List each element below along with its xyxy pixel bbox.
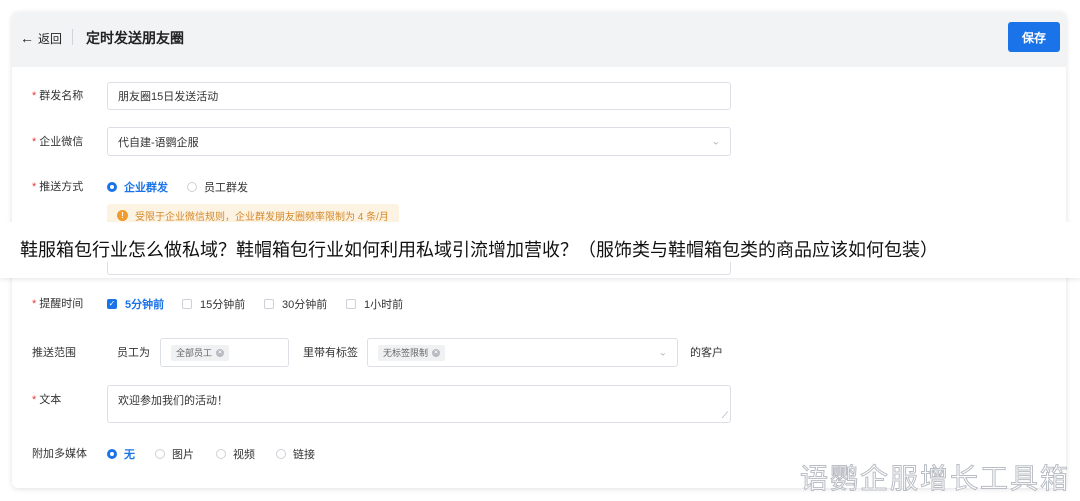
reminder-label-text: 提醒时间 (39, 298, 84, 310)
tag-chip-text: 无标签限制 (383, 348, 429, 358)
radio-dot (107, 449, 117, 459)
required-mark: * (32, 394, 37, 406)
radio-label: 无 (124, 449, 135, 461)
text-label: * 文本 (32, 392, 61, 408)
warning-text: 受限于企业微信规则，企业群发朋友圈频率限制为 4 条/月 (135, 211, 389, 223)
back-label: 返回 (38, 31, 63, 46)
radio-label: 链接 (293, 449, 315, 461)
watermark: 语鹦企服增长工具箱 (799, 463, 1071, 495)
radio-dot (107, 182, 117, 192)
wecom-label-text: 企业微信 (39, 136, 84, 148)
media-label: 附加多媒体 (32, 448, 87, 460)
wecom-value: 代自建-语鹦企服 (118, 136, 199, 149)
radio-dot (155, 449, 165, 459)
radio-label: 员工群发 (204, 182, 248, 194)
customer-suffix: 的客户 (690, 347, 723, 359)
chevron-down-icon: ⌄ (658, 347, 667, 358)
radio-dot (187, 182, 197, 192)
radio-media-image[interactable]: 图片 (155, 446, 194, 462)
checkbox-box (264, 299, 274, 309)
checkbox-box (346, 299, 356, 309)
group-name-label-text: 群发名称 (39, 90, 84, 102)
top-bar: ← 返回 定时发送朋友圈 保存 (12, 12, 1066, 67)
arrow-left-icon: ← (20, 30, 34, 46)
divider (72, 29, 73, 45)
wecom-select[interactable]: 代自建-语鹦企服 ⌄ (107, 127, 731, 156)
radio-dot (216, 449, 226, 459)
group-name-value: 朋友圈15日发送活动 (118, 91, 219, 103)
banner-text: 鞋服箱包行业怎么做私域？鞋帽箱包行业如何利用私域引流增加营收？（服饰类与鞋帽箱包… (20, 240, 938, 260)
radio-label: 视频 (233, 449, 255, 461)
required-mark: * (32, 181, 37, 193)
checkbox-1hour[interactable]: 1小时前 (346, 296, 403, 312)
push-method-label-text: 推送方式 (39, 181, 84, 193)
push-method-label: * 推送方式 (32, 179, 83, 195)
page-title: 定时发送朋友圈 (86, 30, 184, 46)
required-mark: * (32, 298, 37, 310)
resize-handle-icon[interactable]: ⟋ (722, 410, 728, 421)
radio-label: 图片 (172, 449, 194, 461)
checkbox-box (182, 299, 192, 309)
radio-dot (276, 449, 286, 459)
tag-remove-icon[interactable]: ✕ (216, 348, 225, 357)
text-label-text: 文本 (39, 394, 62, 406)
text-area[interactable]: 欢迎参加我们的活动！ ⟋ (107, 385, 731, 423)
required-mark: * (32, 136, 37, 148)
tag-chip: 无标签限制 ✕ (378, 344, 446, 361)
checkbox-label: 1小时前 (364, 299, 404, 311)
checkbox-30min[interactable]: 30分钟前 (264, 296, 327, 312)
checkbox-15min[interactable]: 15分钟前 (182, 296, 245, 312)
scope-label: 推送范围 (32, 347, 76, 359)
tag-condition-label: 里带有标签 (303, 347, 358, 359)
radio-employee-broadcast[interactable]: 员工群发 (187, 179, 248, 195)
radio-media-video[interactable]: 视频 (216, 446, 255, 462)
group-name-label: * 群发名称 (32, 88, 83, 104)
employee-tag-text: 全部员工 (176, 348, 213, 358)
chevron-down-icon: ⌄ (711, 136, 720, 147)
check-icon: ✓ (107, 299, 117, 309)
partial-input-edge (107, 262, 731, 275)
checkbox-label: 15分钟前 (200, 299, 246, 311)
wecom-label: * 企业微信 (32, 134, 83, 150)
checkbox-5min[interactable]: ✓ 5分钟前 (107, 296, 164, 312)
tag-remove-icon[interactable]: ✕ (432, 348, 441, 357)
employee-select[interactable]: 全部员工 ✕ (160, 338, 289, 367)
checkbox-label: 5分钟前 (125, 299, 165, 311)
reminder-label: * 提醒时间 (32, 296, 83, 312)
employee-tag: 全部员工 ✕ (171, 344, 230, 361)
radio-media-none[interactable]: 无 (107, 446, 135, 462)
required-mark: * (32, 90, 37, 102)
back-button[interactable]: ← 返回 (20, 28, 62, 48)
employee-label: 员工为 (117, 347, 150, 359)
tag-select[interactable]: 无标签限制 ✕ ⌄ (367, 338, 678, 367)
warning-icon: ! (117, 209, 128, 221)
radio-media-link[interactable]: 链接 (276, 446, 315, 462)
checkbox-label: 30分钟前 (282, 299, 328, 311)
text-value: 欢迎参加我们的活动！ (118, 395, 228, 407)
radio-enterprise-broadcast[interactable]: 企业群发 (107, 179, 168, 195)
group-name-input[interactable]: 朋友圈15日发送活动 (107, 82, 731, 110)
radio-label: 企业群发 (124, 182, 168, 194)
save-button[interactable]: 保存 (1008, 22, 1060, 52)
